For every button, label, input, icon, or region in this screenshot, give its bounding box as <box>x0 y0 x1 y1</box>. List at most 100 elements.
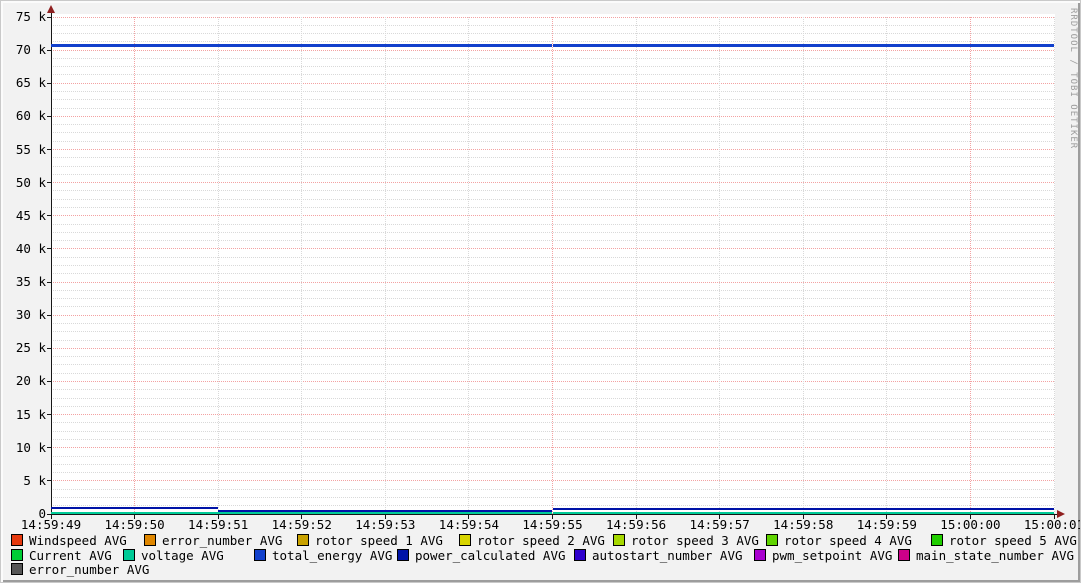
legend-item: error_number AVG <box>11 563 149 576</box>
y-tick-label: 40 k <box>15 240 46 256</box>
legend-swatch-icon <box>254 549 266 561</box>
legend-label: total_energy AVG <box>272 548 393 563</box>
series-line <box>468 509 553 512</box>
x-tick <box>1053 515 1055 519</box>
y-tick-label: 25 k <box>15 340 46 356</box>
legend-swatch-icon <box>144 534 156 546</box>
series-line <box>552 508 637 511</box>
y-tick <box>47 314 51 316</box>
legend-swatch-icon <box>11 549 23 561</box>
series-line <box>970 43 1054 47</box>
legend-swatch-icon <box>766 534 778 546</box>
legend-label: main_state_number AVG <box>916 548 1075 563</box>
x-tick-label: 14:59:51 <box>188 517 249 532</box>
y-tick-label: 55 k <box>15 141 46 157</box>
y-tick <box>47 16 51 18</box>
y-tick <box>47 82 51 84</box>
gridline-v-minor <box>384 17 386 514</box>
x-tick <box>719 515 721 519</box>
y-tick <box>47 248 51 250</box>
y-tick <box>47 447 51 449</box>
legend-swatch-icon <box>459 534 471 546</box>
legend-swatch-icon <box>754 549 766 561</box>
gridline-v-major <box>969 17 971 514</box>
series-line <box>218 43 302 47</box>
watermark-text: RRDTOOL / TOBI OETIKER <box>1068 8 1078 150</box>
x-tick-label: 15:00:00 <box>940 517 1001 532</box>
legend-label: rotor speed 5 AVG <box>949 533 1077 548</box>
gridline-v-minor <box>1053 17 1055 514</box>
legend-label: rotor speed 3 AVG <box>631 533 759 548</box>
legend-label: rotor speed 2 AVG <box>477 533 605 548</box>
series-line <box>218 509 302 512</box>
y-tick-label: 60 k <box>15 108 46 124</box>
legend-swatch-icon <box>297 534 309 546</box>
series-line <box>468 43 553 47</box>
series-line <box>385 43 469 47</box>
y-tick <box>47 182 51 184</box>
x-tick <box>635 515 637 519</box>
x-tick-label: 14:59:55 <box>522 517 583 532</box>
legend-label: rotor speed 1 AVG <box>315 533 443 548</box>
series-line <box>218 512 302 514</box>
x-tick-label: 14:59:49 <box>20 517 82 532</box>
series-line <box>134 43 219 47</box>
y-tick-label: 45 k <box>15 207 46 223</box>
y-tick-label: 10 k <box>15 439 46 455</box>
gridline-v-minor <box>301 17 303 514</box>
legend-label: power_calculated AVG <box>415 548 566 563</box>
x-tick-label: 14:59:53 <box>355 517 416 532</box>
gridline-v-minor <box>217 17 219 514</box>
legend-item: rotor speed 4 AVG <box>766 534 912 547</box>
legend-label: error_number AVG <box>162 533 283 548</box>
legend-swatch-icon <box>397 549 409 561</box>
series-line <box>636 508 720 511</box>
x-axis-line <box>51 514 1058 515</box>
series-line <box>385 512 469 514</box>
series-line <box>803 43 887 47</box>
gridline-v-major <box>552 17 553 514</box>
series-line <box>719 512 804 514</box>
legend-item: rotor speed 1 AVG <box>297 534 443 547</box>
legend-item: Windspeed AVG <box>11 534 127 547</box>
y-tick <box>47 380 51 382</box>
legend-item: rotor speed 5 AVG <box>931 534 1077 547</box>
legend-label: error_number AVG <box>29 562 150 577</box>
y-tick-label: 50 k <box>15 174 46 190</box>
series-line <box>552 43 637 47</box>
series-line <box>719 508 804 511</box>
series-line <box>970 512 1054 514</box>
x-tick-label: 14:59:57 <box>689 517 750 532</box>
x-tick <box>301 515 303 519</box>
series-line <box>552 512 637 514</box>
legend-swatch-icon <box>898 549 910 561</box>
legend-swatch-icon <box>574 549 586 561</box>
legend-item: autostart_number AVG <box>574 549 743 562</box>
legend-swatch-icon <box>11 563 23 575</box>
series-line <box>636 512 720 514</box>
series-line <box>886 508 971 511</box>
series-line <box>886 43 971 47</box>
legend-swatch-icon <box>613 534 625 546</box>
gridline-v-minor <box>635 17 637 514</box>
series-line <box>51 43 135 47</box>
x-tick <box>886 515 888 519</box>
y-tick-label: 35 k <box>15 274 46 290</box>
y-tick-label: 70 k <box>15 42 46 58</box>
y-tick <box>47 347 51 349</box>
legend-label: rotor speed 4 AVG <box>784 533 912 548</box>
series-line <box>636 43 720 47</box>
series-line <box>803 512 887 514</box>
gridline-v-major <box>134 17 136 514</box>
legend-item: error_number AVG <box>144 534 282 547</box>
x-tick-label: 14:59:54 <box>438 517 500 532</box>
legend-swatch-icon <box>123 549 135 561</box>
legend-item: power_calculated AVG <box>397 549 566 562</box>
x-tick <box>384 515 386 519</box>
gridline-v-minor <box>719 17 721 514</box>
y-tick-label: 65 k <box>15 75 46 91</box>
x-tick <box>217 515 219 519</box>
y-tick <box>47 281 51 283</box>
legend-label: Current AVG <box>29 548 112 563</box>
legend-item: voltage AVG <box>123 549 224 562</box>
